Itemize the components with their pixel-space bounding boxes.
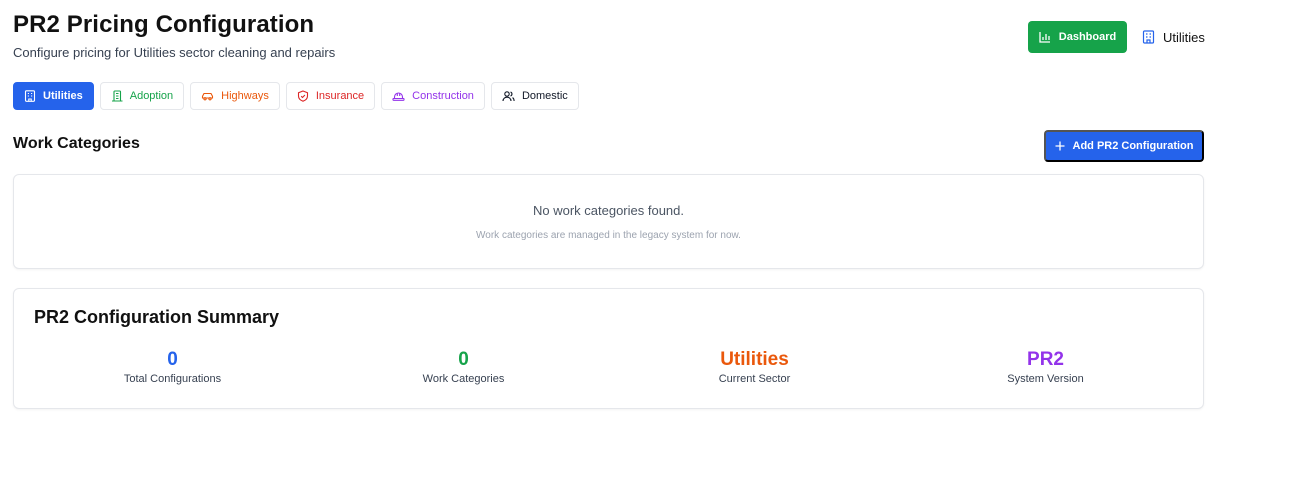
bar-chart-icon	[1039, 32, 1050, 43]
page-header: PR2 Pricing Configuration Configure pric…	[13, 10, 335, 60]
tab-label: Domestic	[521, 90, 568, 102]
current-sector-indicator: Utilities	[1142, 30, 1205, 45]
shield-icon	[297, 90, 308, 102]
stat-current-sector: Utilities Current Sector	[609, 349, 900, 385]
current-sector-label: Utilities	[1163, 29, 1205, 45]
page-subtitle: Configure pricing for Utilities sector c…	[13, 45, 336, 60]
add-pr2-configuration-button[interactable]: Add PR2 Configuration	[1044, 130, 1204, 162]
hard-hat-icon	[392, 92, 405, 101]
tab-utilities[interactable]: Utilities	[13, 82, 94, 110]
work-categories-card: No work categories found. Work categorie…	[13, 174, 1204, 269]
stat-label: Work Categories	[422, 373, 505, 385]
tab-adoption[interactable]: Adoption	[99, 82, 185, 110]
stat-work-categories: 0 Work Categories	[318, 349, 609, 385]
page-title: PR2 Pricing Configuration	[13, 11, 315, 38]
stat-value: PR2	[1027, 349, 1064, 370]
configuration-summary-card: PR2 Configuration Summary 0 Total Config…	[13, 288, 1204, 409]
empty-state-subtitle: Work categories are managed in the legac…	[476, 230, 741, 241]
stat-value: 0	[458, 349, 469, 370]
building-icon	[1142, 30, 1155, 44]
sector-tabs: Utilities Adoption Highways Insurance Co…	[13, 82, 585, 110]
stat-system-version: PR2 System Version	[900, 349, 1191, 385]
stat-label: System Version	[1007, 373, 1084, 385]
tab-highways[interactable]: Highways	[190, 82, 280, 110]
tab-label: Highways	[221, 90, 269, 102]
tab-construction[interactable]: Construction	[381, 82, 485, 110]
work-categories-title: Work Categories	[13, 135, 140, 152]
stat-value: Utilities	[720, 349, 789, 370]
tab-domestic[interactable]: Domestic	[490, 82, 579, 110]
plus-icon	[1055, 141, 1064, 151]
top-actions: Dashboard Utilities	[1028, 21, 1205, 53]
stat-value: 0	[167, 349, 178, 370]
users-icon	[502, 91, 515, 102]
building-icon	[24, 90, 36, 102]
tab-insurance[interactable]: Insurance	[285, 82, 376, 110]
summary-stats: 0 Total Configurations 0 Work Categories…	[27, 349, 1191, 385]
tab-label: Adoption	[129, 90, 174, 102]
tab-label: Construction	[412, 90, 474, 102]
summary-title: PR2 Configuration Summary	[34, 307, 280, 327]
adoption-building-icon	[111, 90, 123, 102]
add-button-label: Add PR2 Configuration	[1072, 140, 1194, 152]
car-icon	[202, 92, 214, 101]
tab-label: Utilities	[43, 90, 83, 102]
stat-label: Total Configurations	[123, 373, 222, 385]
dashboard-button[interactable]: Dashboard	[1028, 21, 1127, 53]
empty-state-title: No work categories found.	[532, 203, 685, 218]
stat-label: Current Sector	[718, 373, 791, 385]
dashboard-label: Dashboard	[1058, 31, 1117, 43]
stat-total-configurations: 0 Total Configurations	[27, 349, 318, 385]
tab-label: Insurance	[315, 90, 365, 102]
